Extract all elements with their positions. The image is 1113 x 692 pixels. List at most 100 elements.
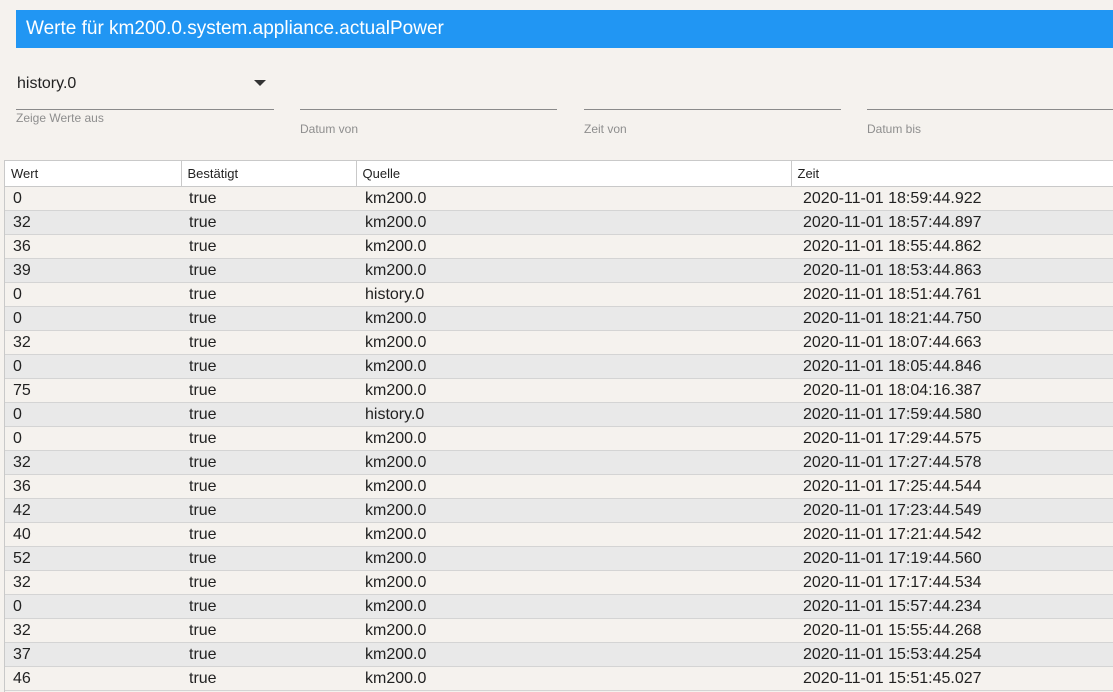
- cell-quelle: km200.0: [356, 594, 791, 619]
- cell-wert: 0: [5, 402, 181, 427]
- cell-wert: 0: [5, 186, 181, 211]
- table-row[interactable]: 0 true history.0 2020-11-01 18:51:44.761: [5, 282, 1113, 307]
- column-header-wert[interactable]: Wert: [5, 161, 182, 187]
- cell-quelle: km200.0: [356, 378, 791, 403]
- cell-zeit: 2020-11-01 17:27:44.578: [791, 450, 1113, 475]
- date-to-field[interactable]: [867, 68, 1113, 110]
- table-row[interactable]: 32 true km200.0 2020-11-01 18:07:44.663: [5, 330, 1113, 355]
- cell-bestaetigt: true: [181, 642, 356, 667]
- cell-bestaetigt: true: [181, 498, 356, 523]
- table-row[interactable]: 40 true km200.0 2020-11-01 17:21:44.542: [5, 522, 1113, 547]
- table-row[interactable]: 39 true km200.0 2020-11-01 18:53:44.863: [5, 258, 1113, 283]
- cell-bestaetigt: true: [181, 546, 356, 571]
- cell-zeit: 2020-11-01 17:29:44.575: [791, 426, 1113, 451]
- cell-wert: 0: [5, 594, 181, 619]
- column-header-quelle[interactable]: Quelle: [356, 161, 792, 187]
- cell-zeit: 2020-11-01 18:59:44.922: [791, 186, 1113, 211]
- cell-bestaetigt: true: [181, 282, 356, 307]
- table-row[interactable]: 0 true km200.0 2020-11-01 17:29:44.575: [5, 426, 1113, 451]
- cell-quelle: history.0: [356, 282, 791, 307]
- cell-wert: 32: [5, 330, 181, 355]
- cell-zeit: 2020-11-01 15:51:45.027: [791, 666, 1113, 691]
- cell-zeit: 2020-11-01 17:21:44.542: [791, 522, 1113, 547]
- cell-wert: 37: [5, 642, 181, 667]
- table-row[interactable]: 36 true km200.0 2020-11-01 17:25:44.544: [5, 474, 1113, 499]
- history-table: Wert Bestätigt Quelle Zeit 0 true km200.0 2…: [4, 160, 1113, 692]
- instance-select[interactable]: history.0: [16, 68, 274, 110]
- table-body: 0 true km200.0 2020-11-01 18:59:44.922 32 tru…: [5, 186, 1113, 691]
- cell-bestaetigt: true: [181, 402, 356, 427]
- table-row[interactable]: 0 true km200.0 2020-11-01 18:59:44.922: [5, 186, 1113, 211]
- cell-quelle: km200.0: [356, 210, 791, 235]
- cell-bestaetigt: true: [181, 234, 356, 259]
- cell-quelle: km200.0: [356, 474, 791, 499]
- table-row[interactable]: 52 true km200.0 2020-11-01 17:19:44.560: [5, 546, 1113, 571]
- column-header-zeit[interactable]: Zeit: [791, 161, 1113, 187]
- cell-wert: 0: [5, 354, 181, 379]
- cell-bestaetigt: true: [181, 426, 356, 451]
- instance-select-label: Zeige Werte aus: [16, 111, 104, 125]
- cell-zeit: 2020-11-01 18:05:44.846: [791, 354, 1113, 379]
- cell-wert: 36: [5, 234, 181, 259]
- cell-wert: 75: [5, 378, 181, 403]
- table-row[interactable]: 36 true km200.0 2020-11-01 18:55:44.862: [5, 234, 1113, 259]
- cell-wert: 40: [5, 522, 181, 547]
- cell-bestaetigt: true: [181, 570, 356, 595]
- table-header-row: Wert Bestätigt Quelle Zeit: [5, 161, 1113, 187]
- cell-bestaetigt: true: [181, 666, 356, 691]
- table-row[interactable]: 37 true km200.0 2020-11-01 15:53:44.254: [5, 642, 1113, 667]
- table-row[interactable]: 0 true history.0 2020-11-01 17:59:44.580: [5, 402, 1113, 427]
- cell-quelle: km200.0: [356, 234, 791, 259]
- cell-wert: 32: [5, 618, 181, 643]
- cell-wert: 52: [5, 546, 181, 571]
- cell-wert: 0: [5, 426, 181, 451]
- dialog-title: Werte für km200.0.system.appliance.actua…: [16, 10, 1113, 48]
- table-row[interactable]: 0 true km200.0 2020-11-01 18:21:44.750: [5, 306, 1113, 331]
- cell-bestaetigt: true: [181, 474, 356, 499]
- column-header-bestaetigt[interactable]: Bestätigt: [181, 161, 357, 187]
- date-from-label: Datum von: [300, 122, 359, 136]
- instance-select-value: history.0: [17, 75, 77, 92]
- cell-quelle: km200.0: [356, 546, 791, 571]
- cell-quelle: km200.0: [356, 666, 791, 691]
- cell-zeit: 2020-11-01 17:19:44.560: [791, 546, 1113, 571]
- cell-quelle: km200.0: [356, 450, 791, 475]
- cell-bestaetigt: true: [181, 618, 356, 643]
- cell-zeit: 2020-11-01 18:55:44.862: [791, 234, 1113, 259]
- table-row[interactable]: 32 true km200.0 2020-11-01 17:27:44.578: [5, 450, 1113, 475]
- chevron-down-icon[interactable]: [254, 80, 266, 86]
- cell-wert: 36: [5, 474, 181, 499]
- cell-zeit: 2020-11-01 17:59:44.580: [791, 402, 1113, 427]
- cell-wert: 32: [5, 210, 181, 235]
- cell-quelle: history.0: [356, 402, 791, 427]
- date-from-field[interactable]: [300, 68, 557, 110]
- table-row[interactable]: 32 true km200.0 2020-11-01 17:17:44.534: [5, 570, 1113, 595]
- cell-bestaetigt: true: [181, 330, 356, 355]
- cell-wert: 32: [5, 450, 181, 475]
- cell-zeit: 2020-11-01 18:57:44.897: [791, 210, 1113, 235]
- cell-bestaetigt: true: [181, 378, 356, 403]
- cell-zeit: 2020-11-01 18:53:44.863: [791, 258, 1113, 283]
- cell-bestaetigt: true: [181, 522, 356, 547]
- cell-bestaetigt: true: [181, 258, 356, 283]
- cell-bestaetigt: true: [181, 306, 356, 331]
- time-from-field[interactable]: [584, 68, 841, 110]
- table-row[interactable]: 32 true km200.0 2020-11-01 18:57:44.897: [5, 210, 1113, 235]
- cell-wert: 39: [5, 258, 181, 283]
- cell-bestaetigt: true: [181, 186, 356, 211]
- cell-wert: 0: [5, 282, 181, 307]
- table-row[interactable]: 42 true km200.0 2020-11-01 17:23:44.549: [5, 498, 1113, 523]
- cell-quelle: km200.0: [356, 258, 791, 283]
- cell-quelle: km200.0: [356, 306, 791, 331]
- table-row[interactable]: 0 true km200.0 2020-11-01 15:57:44.234: [5, 594, 1113, 619]
- cell-quelle: km200.0: [356, 618, 791, 643]
- cell-zeit: 2020-11-01 15:57:44.234: [791, 594, 1113, 619]
- table-row[interactable]: 32 true km200.0 2020-11-01 15:55:44.268: [5, 618, 1113, 643]
- table-row[interactable]: 46 true km200.0 2020-11-01 15:51:45.027: [5, 666, 1113, 691]
- cell-zeit: 2020-11-01 18:04:16.387: [791, 378, 1113, 403]
- cell-bestaetigt: true: [181, 450, 356, 475]
- cell-quelle: km200.0: [356, 522, 791, 547]
- table-row[interactable]: 0 true km200.0 2020-11-01 18:05:44.846: [5, 354, 1113, 379]
- table-row[interactable]: 75 true km200.0 2020-11-01 18:04:16.387: [5, 378, 1113, 403]
- cell-bestaetigt: true: [181, 594, 356, 619]
